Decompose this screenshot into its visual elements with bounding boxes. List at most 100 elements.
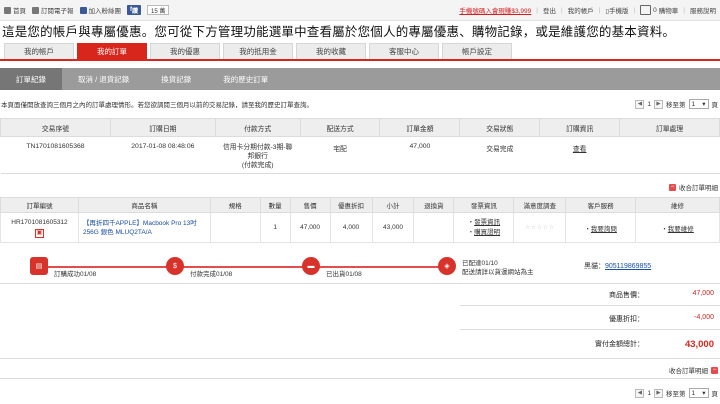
collapse-details-toggle-bottom[interactable]: 收合訂單明細 − <box>669 365 718 375</box>
step-shipped: 已出貨01/08 <box>326 271 362 278</box>
mobile-link[interactable]: ▯手機版 <box>605 5 628 15</box>
promo-link[interactable]: 手機號碼入會現賺$3,999 <box>459 5 531 15</box>
tab-my-offers[interactable]: 我的優惠 <box>150 43 220 59</box>
col-subtotal: 小計 <box>371 197 415 213</box>
table-row: HR1701081605312 ▣ 【再折四千APPLE】Macbook Pro… <box>0 212 720 243</box>
tab-service-center[interactable]: 客服中心 <box>369 43 439 59</box>
purchase-proof-link[interactable]: ・購買證明 <box>454 228 513 238</box>
col-repair: 維修 <box>635 197 720 213</box>
prev-page-button[interactable]: ◀ <box>635 388 645 398</box>
tab-my-account[interactable]: 我的帳戶 <box>4 43 74 59</box>
table-row: TN1701081605368 2017-01-08 08:48:06 信用卡分… <box>0 136 720 174</box>
fb-like-button[interactable]: f 讚 <box>127 5 142 15</box>
page-suffix: 頁 <box>711 102 719 109</box>
collapse-icon: − <box>711 366 718 374</box>
payment-line-3: (付款完成) <box>241 162 274 169</box>
goto-label: 移至第 <box>666 391 686 398</box>
totals-grand-row: 實付金額總計： 43,000 <box>454 339 714 350</box>
next-page-button[interactable]: ▶ <box>654 388 663 398</box>
collapse-details-toggle[interactable]: − 收合訂單明細 <box>669 182 718 192</box>
chevron-right-icon: ▶ <box>656 101 661 107</box>
col-invoice: 發票資訊 <box>453 197 515 213</box>
top-left-links: 首頁 訂閱電子報 加入粉絲團 f 讚 15 萬 <box>4 5 170 15</box>
subtab-cancel-returns[interactable]: 取消 / 退貨記錄 <box>62 68 145 90</box>
col-service: 客戶服務 <box>565 197 637 213</box>
repair-request-link[interactable]: 我要維修 <box>668 226 694 233</box>
fanpage-link[interactable]: 加入粉絲團 <box>79 5 122 15</box>
cart-link[interactable]: 0 購物車 <box>640 5 678 15</box>
discount-value: -4,000 <box>694 314 714 321</box>
gift-icon[interactable]: ▣ <box>34 228 44 238</box>
order-date: 2017-01-08 08:48:06 <box>110 136 216 174</box>
item-order-no: HR1701081605312 ▣ <box>0 212 79 243</box>
order-success-icon: ▤ <box>30 257 48 275</box>
page-select[interactable]: 1 ▾ <box>688 388 709 398</box>
shipping-method: 宅配 <box>300 136 380 174</box>
totals-price-row: 商品售價： 47,000 <box>454 290 714 300</box>
divider: | <box>633 6 636 14</box>
order-table: 交易序號 訂購日期 付款方式 配送方式 訂單金額 交易狀態 訂購資訊 訂單處理 … <box>0 118 720 174</box>
subtab-exchange-records[interactable]: 換貨記錄 <box>145 68 207 90</box>
ask-question-link[interactable]: 我要詢問 <box>591 226 617 233</box>
product-name-link[interactable]: 【再折四千APPLE】Macbook Pro 13吋 256G 銀色 MLUQ2… <box>77 212 211 243</box>
page-select[interactable]: 1 ▾ <box>688 99 709 109</box>
fanpage-label: 加入粉絲團 <box>88 8 122 15</box>
goto-label: 移至第 <box>666 102 686 109</box>
tracking-number-link[interactable]: 905119869855 <box>605 263 651 270</box>
col-product: 商品名稱 <box>77 197 211 213</box>
fb-like-count: 15 萬 <box>147 5 170 15</box>
payment-method: 信用卡分期付款-3期-聯 邦銀行 (付款完成) <box>215 136 301 174</box>
totals-discount-row: 優惠折扣： -4,000 <box>454 314 714 324</box>
service-link[interactable]: 服務說明 <box>690 5 716 15</box>
discount-label: 優惠折扣： <box>609 316 644 323</box>
divider <box>0 358 720 359</box>
invoice-link[interactable]: ・發票資訊 <box>454 218 513 228</box>
price-label: 商品售價： <box>609 292 644 299</box>
order-table-header: 交易序號 訂購日期 付款方式 配送方式 訂單金額 交易狀態 訂購資訊 訂單處理 <box>0 118 720 137</box>
payment-line-1: 信用卡分期付款-3期-聯 <box>222 144 293 151</box>
invoice-link-label: 發票資訊 <box>474 218 501 226</box>
divider <box>0 283 720 284</box>
payment-line-2: 邦銀行 <box>247 153 268 160</box>
prev-page-button[interactable]: ◀ <box>635 99 645 109</box>
logout-link[interactable]: 登出 <box>543 5 556 15</box>
col-serial: 交易序號 <box>0 118 111 137</box>
repair-cell: ・我要維修 <box>635 212 720 243</box>
info-row: 本頁面僅開放查詢三個月之內的訂單處理情形。若您欲調閱三個月以前的交易記錄，請至我… <box>0 97 720 111</box>
item-subtotal: 43,000 <box>371 212 415 243</box>
tab-my-favorites[interactable]: 我的收藏 <box>296 43 366 59</box>
home-icon <box>4 6 11 14</box>
chevron-down-icon: ▾ <box>702 101 706 108</box>
invoice-cell: ・發票資訊 ・購買證明 <box>453 212 515 243</box>
subtab-history-orders[interactable]: 我的歷史訂單 <box>207 68 284 90</box>
tracking-info: 黑貓：905119869855 <box>584 261 651 271</box>
collapse-label-bottom: 收合訂單明細 <box>669 368 708 375</box>
progress-line <box>38 266 448 268</box>
page-select-value: 1 <box>691 100 696 108</box>
item-discount: 4,000 <box>329 212 373 243</box>
subtab-order-records[interactable]: 訂單紀錄 <box>0 68 62 90</box>
collapse-icon: − <box>669 183 676 191</box>
tab-my-orders[interactable]: 我的訂單 <box>77 43 147 59</box>
col-shipping: 配送方式 <box>299 118 381 137</box>
home-link[interactable]: 首頁 <box>4 5 26 15</box>
price-value: 47,000 <box>692 290 714 297</box>
epaper-link[interactable]: 訂閱電子報 <box>32 5 74 15</box>
purchase-proof-label: 購買證明 <box>474 228 501 236</box>
col-spec: 規格 <box>209 197 261 213</box>
col-price: 售價 <box>289 197 331 213</box>
tab-my-credits[interactable]: 我的抵用金 <box>223 43 293 59</box>
col-status: 交易狀態 <box>459 118 541 137</box>
main-nav: 我的帳戶 我的訂單 我的優惠 我的抵用金 我的收藏 客服中心 帳戶設定 <box>0 43 720 61</box>
my-account-link[interactable]: 我的帳戶 <box>568 5 594 15</box>
fb-like-label: 讚 <box>132 8 139 15</box>
chevron-left-icon: ◀ <box>637 390 642 396</box>
divider: | <box>536 6 538 14</box>
tab-account-settings[interactable]: 帳戶設定 <box>442 43 512 59</box>
tracking-carrier: 黑貓： <box>584 263 605 270</box>
truck-icon: ▬ <box>302 257 320 275</box>
next-page-button[interactable]: ▶ <box>654 99 663 109</box>
step-order-success: 訂購成功01/08 <box>54 271 97 278</box>
rating-stars[interactable]: ☆☆☆☆☆ <box>525 225 554 231</box>
view-order-link[interactable]: 查看 <box>573 146 587 153</box>
